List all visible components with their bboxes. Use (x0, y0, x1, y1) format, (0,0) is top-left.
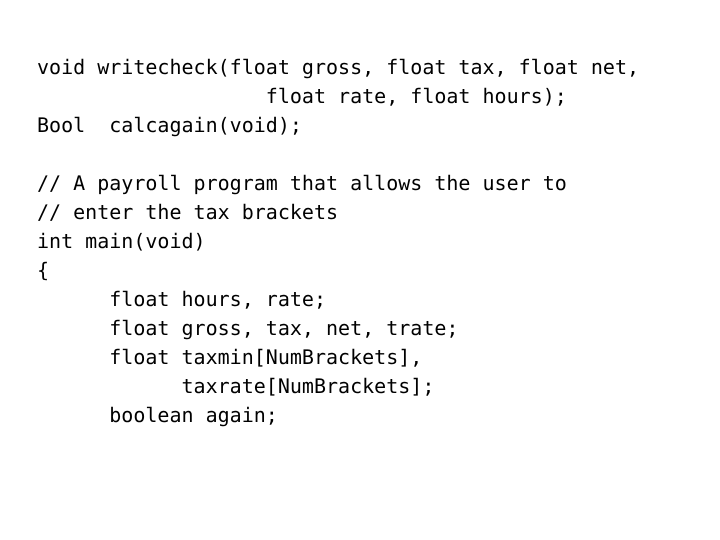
code-line: boolean again; (37, 403, 278, 427)
code-line: float rate, float hours); (37, 84, 567, 108)
code-line: // enter the tax brackets (37, 200, 339, 224)
code-line: void writecheck(float gross, float tax, … (37, 55, 640, 79)
code-line: float taxmin[NumBrackets], (37, 345, 423, 369)
code-line: taxrate[NumBrackets]; (37, 374, 435, 398)
slide-canvas: void writecheck(float gross, float tax, … (0, 0, 720, 540)
code-listing: void writecheck(float gross, float tax, … (37, 53, 639, 430)
code-line: Bool calcagain(void); (37, 113, 302, 137)
code-line: { (37, 258, 50, 282)
code-line: int main(void) (37, 229, 206, 253)
code-line: float hours, rate; (37, 287, 326, 311)
code-line: float gross, tax, net, trate; (37, 316, 459, 340)
code-line: // A payroll program that allows the use… (37, 171, 567, 195)
